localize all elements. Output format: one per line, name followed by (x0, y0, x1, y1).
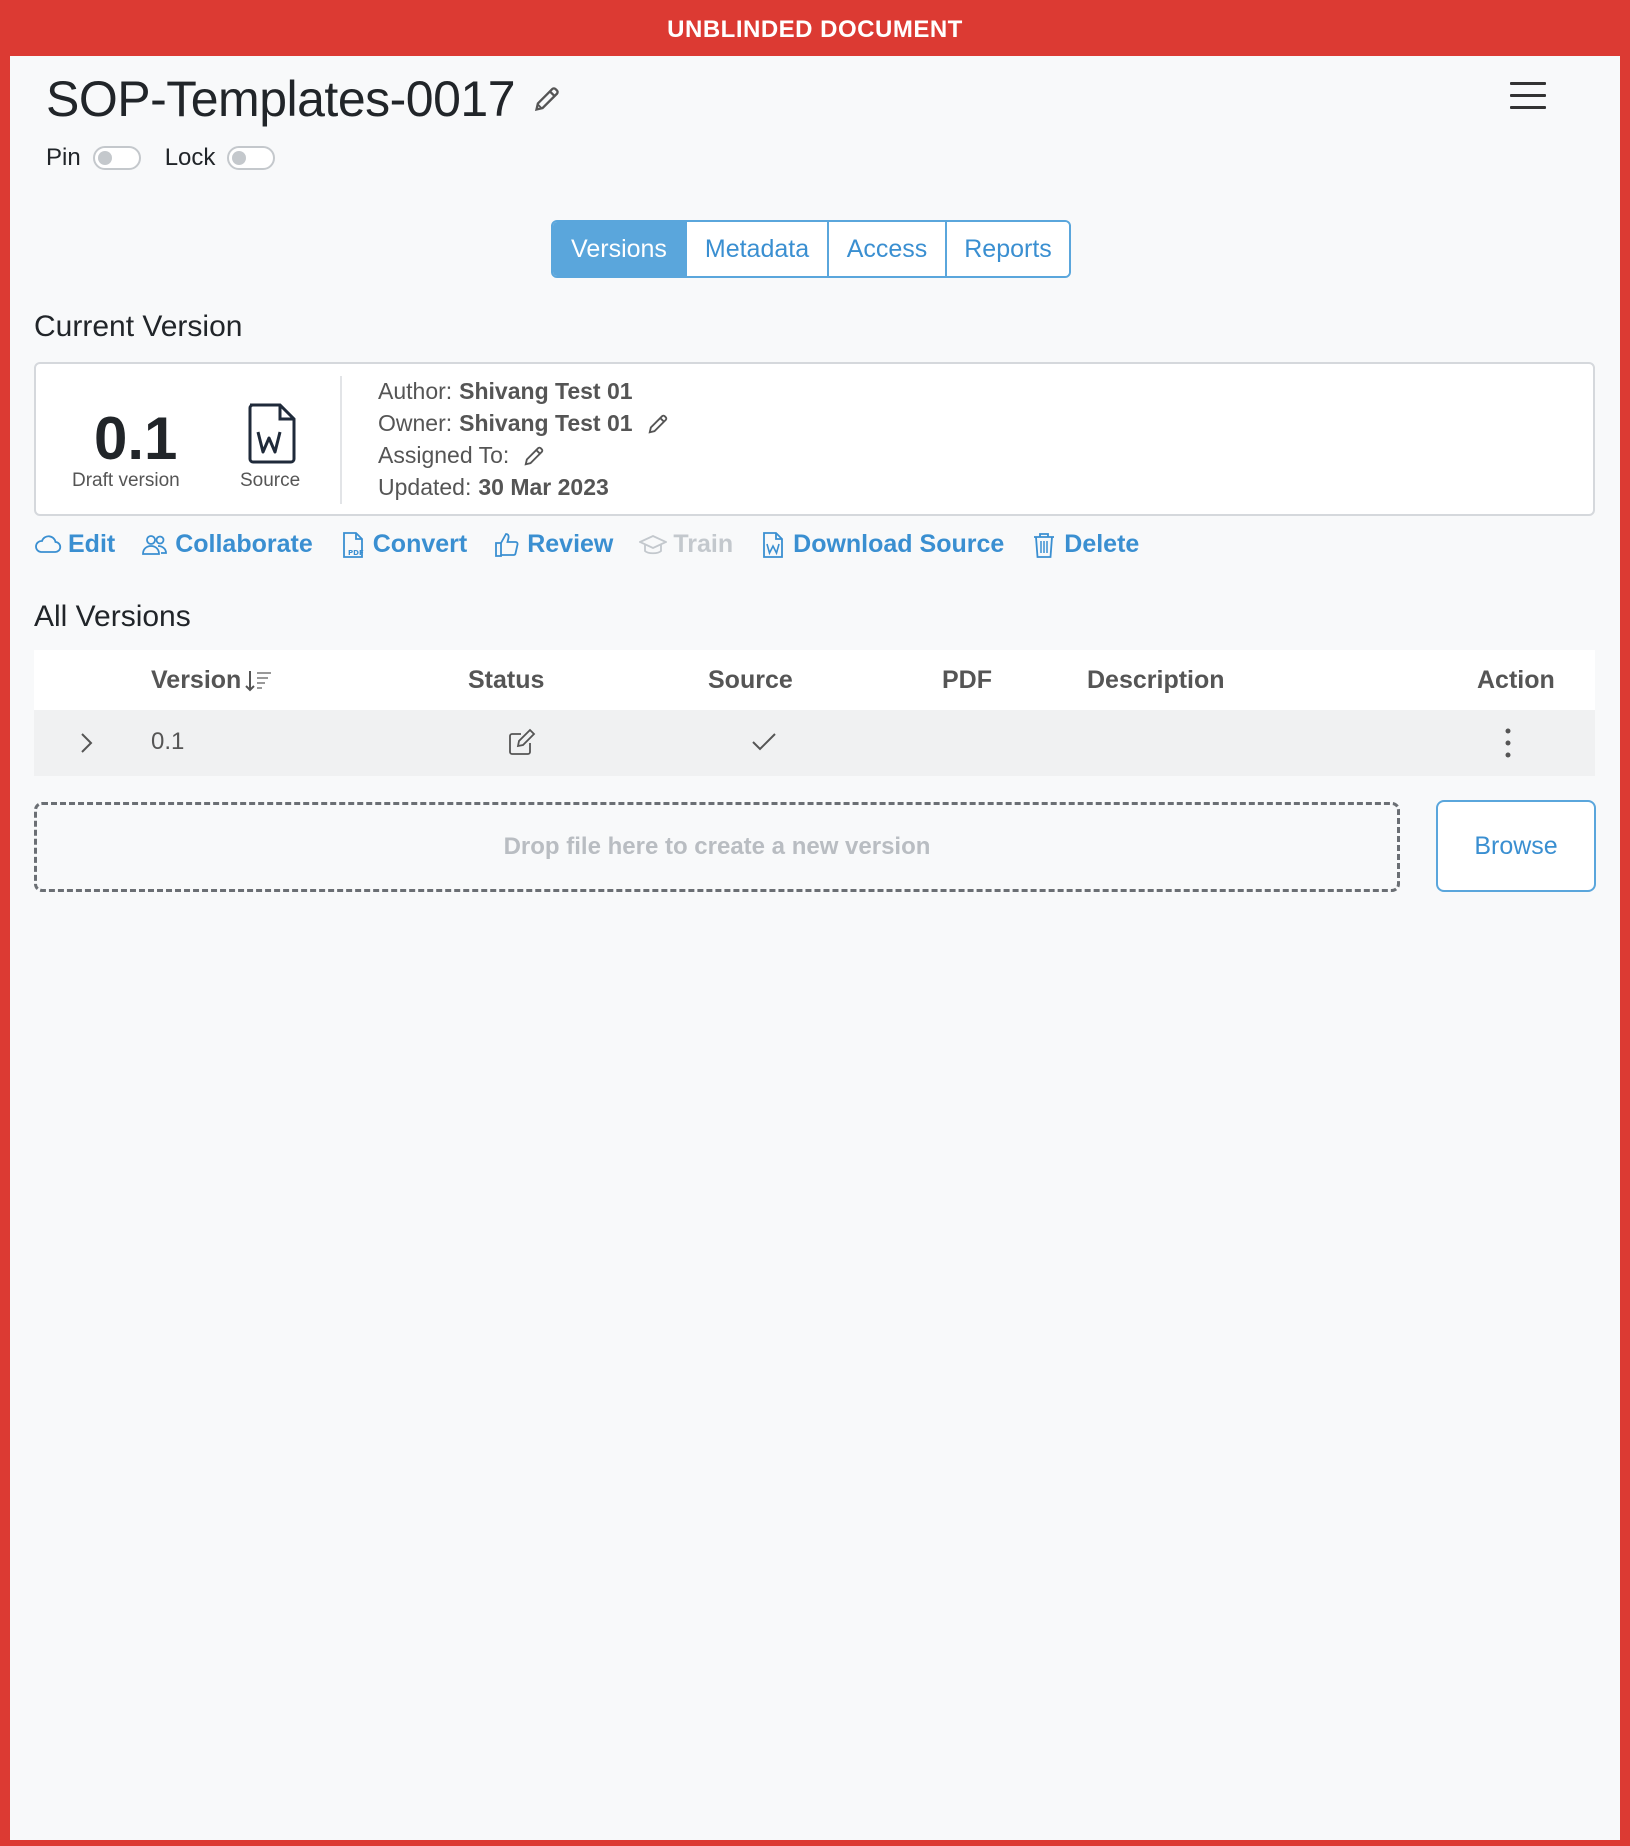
tab-versions[interactable]: Versions (553, 222, 685, 276)
pin-toggle[interactable] (92, 146, 141, 170)
document-header: SOP-Templates-0017 (46, 70, 561, 128)
versions-table-header: Version Status Source PDF Description Ac… (34, 650, 1595, 710)
document-title: SOP-Templates-0017 (46, 71, 516, 127)
current-version-number: 0.1 (94, 405, 178, 472)
author-label: Author: (378, 378, 453, 404)
browse-button[interactable]: Browse (1436, 800, 1596, 892)
pin-label: Pin (46, 144, 81, 171)
table-row[interactable]: 0.1 (34, 710, 1595, 776)
collaborate-action[interactable]: Collaborate (141, 530, 313, 559)
graduation-cap-icon (639, 534, 668, 554)
owner-line: Owner: Shivang Test 01 (378, 410, 669, 437)
word-file-icon (763, 531, 784, 558)
all-versions-heading: All Versions (34, 600, 191, 633)
current-version-heading: Current Version (34, 310, 243, 343)
train-action-label: Train (673, 530, 734, 558)
kebab-menu-icon[interactable] (1502, 726, 1514, 760)
current-version-card: 0.1 Draft version Source Author: Shivang… (34, 362, 1595, 516)
train-action[interactable]: Train (639, 530, 733, 559)
check-icon (752, 733, 776, 751)
version-column-label: Version (151, 666, 242, 694)
action-column-header: Action (1477, 666, 1555, 694)
delete-action-label: Delete (1064, 530, 1140, 558)
chevron-right-icon[interactable] (74, 730, 98, 756)
edit-owner-pencil-icon[interactable] (647, 413, 669, 435)
convert-action[interactable]: PDF Convert (339, 530, 467, 559)
file-drop-zone[interactable]: Drop file here to create a new version (34, 802, 1400, 892)
status-column-header[interactable]: Status (468, 666, 544, 695)
versions-table: Version Status Source PDF Description Ac… (34, 650, 1595, 776)
tab-reports[interactable]: Reports (945, 222, 1069, 276)
thumbs-up-icon (495, 532, 519, 557)
edit-action-label: Edit (68, 530, 116, 558)
word-document-icon[interactable] (246, 402, 298, 464)
sort-descending-icon[interactable] (245, 669, 273, 693)
pdf-file-icon: PDF (342, 531, 364, 558)
pdf-column-header[interactable]: PDF (942, 666, 992, 695)
trash-icon (1034, 532, 1055, 558)
assigned-line: Assigned To: (378, 442, 545, 469)
description-column-header[interactable]: Description (1087, 666, 1225, 695)
edit-square-icon (509, 728, 536, 755)
review-action[interactable]: Review (493, 530, 613, 559)
lock-toggle[interactable] (227, 146, 276, 170)
draft-version-label: Draft version (72, 470, 180, 491)
delete-action[interactable]: Delete (1030, 530, 1139, 559)
owner-label: Owner: (378, 410, 453, 436)
download-source-action-label: Download Source (793, 530, 1005, 558)
author-value: Shivang Test 01 (459, 378, 633, 404)
hamburger-menu-icon[interactable] (1510, 82, 1546, 112)
card-divider (340, 376, 342, 504)
download-source-action[interactable]: Download Source (759, 530, 1004, 559)
document-panel: SOP-Templates-0017 Pin Lock Versions Met… (10, 56, 1620, 1840)
owner-value: Shivang Test 01 (459, 410, 633, 436)
pencil-icon[interactable] (533, 85, 561, 113)
updated-line: Updated: 30 Mar 2023 (378, 474, 609, 501)
updated-label: Updated: (378, 474, 472, 500)
document-toggles: Pin Lock (46, 144, 299, 172)
users-icon (142, 534, 168, 555)
tab-access[interactable]: Access (827, 222, 945, 276)
tab-metadata[interactable]: Metadata (685, 222, 827, 276)
unblinded-banner: UNBLINDED DOCUMENT (667, 16, 963, 43)
row-version: 0.1 (151, 728, 185, 755)
document-tabs: Versions Metadata Access Reports (551, 220, 1071, 278)
updated-value: 30 Mar 2023 (478, 474, 609, 500)
version-actions: Edit Collaborate PDF Convert Review Trai… (34, 530, 1165, 559)
lock-label: Lock (164, 144, 216, 171)
cloud-icon (35, 534, 62, 553)
assigned-label: Assigned To: (378, 442, 510, 468)
edit-assignee-pencil-icon[interactable] (523, 445, 545, 467)
unblinded-frame: UNBLINDED DOCUMENT SOP-Templates-0017 Pi… (0, 0, 1630, 1846)
review-action-label: Review (527, 530, 614, 558)
convert-action-label: Convert (372, 530, 468, 558)
collaborate-action-label: Collaborate (175, 530, 313, 558)
edit-action[interactable]: Edit (34, 530, 115, 559)
source-label: Source (240, 470, 301, 491)
source-column-header[interactable]: Source (708, 666, 793, 695)
author-line: Author: Shivang Test 01 (378, 378, 633, 405)
svg-text:PDF: PDF (348, 549, 364, 557)
version-column-header[interactable]: Version (151, 666, 273, 695)
